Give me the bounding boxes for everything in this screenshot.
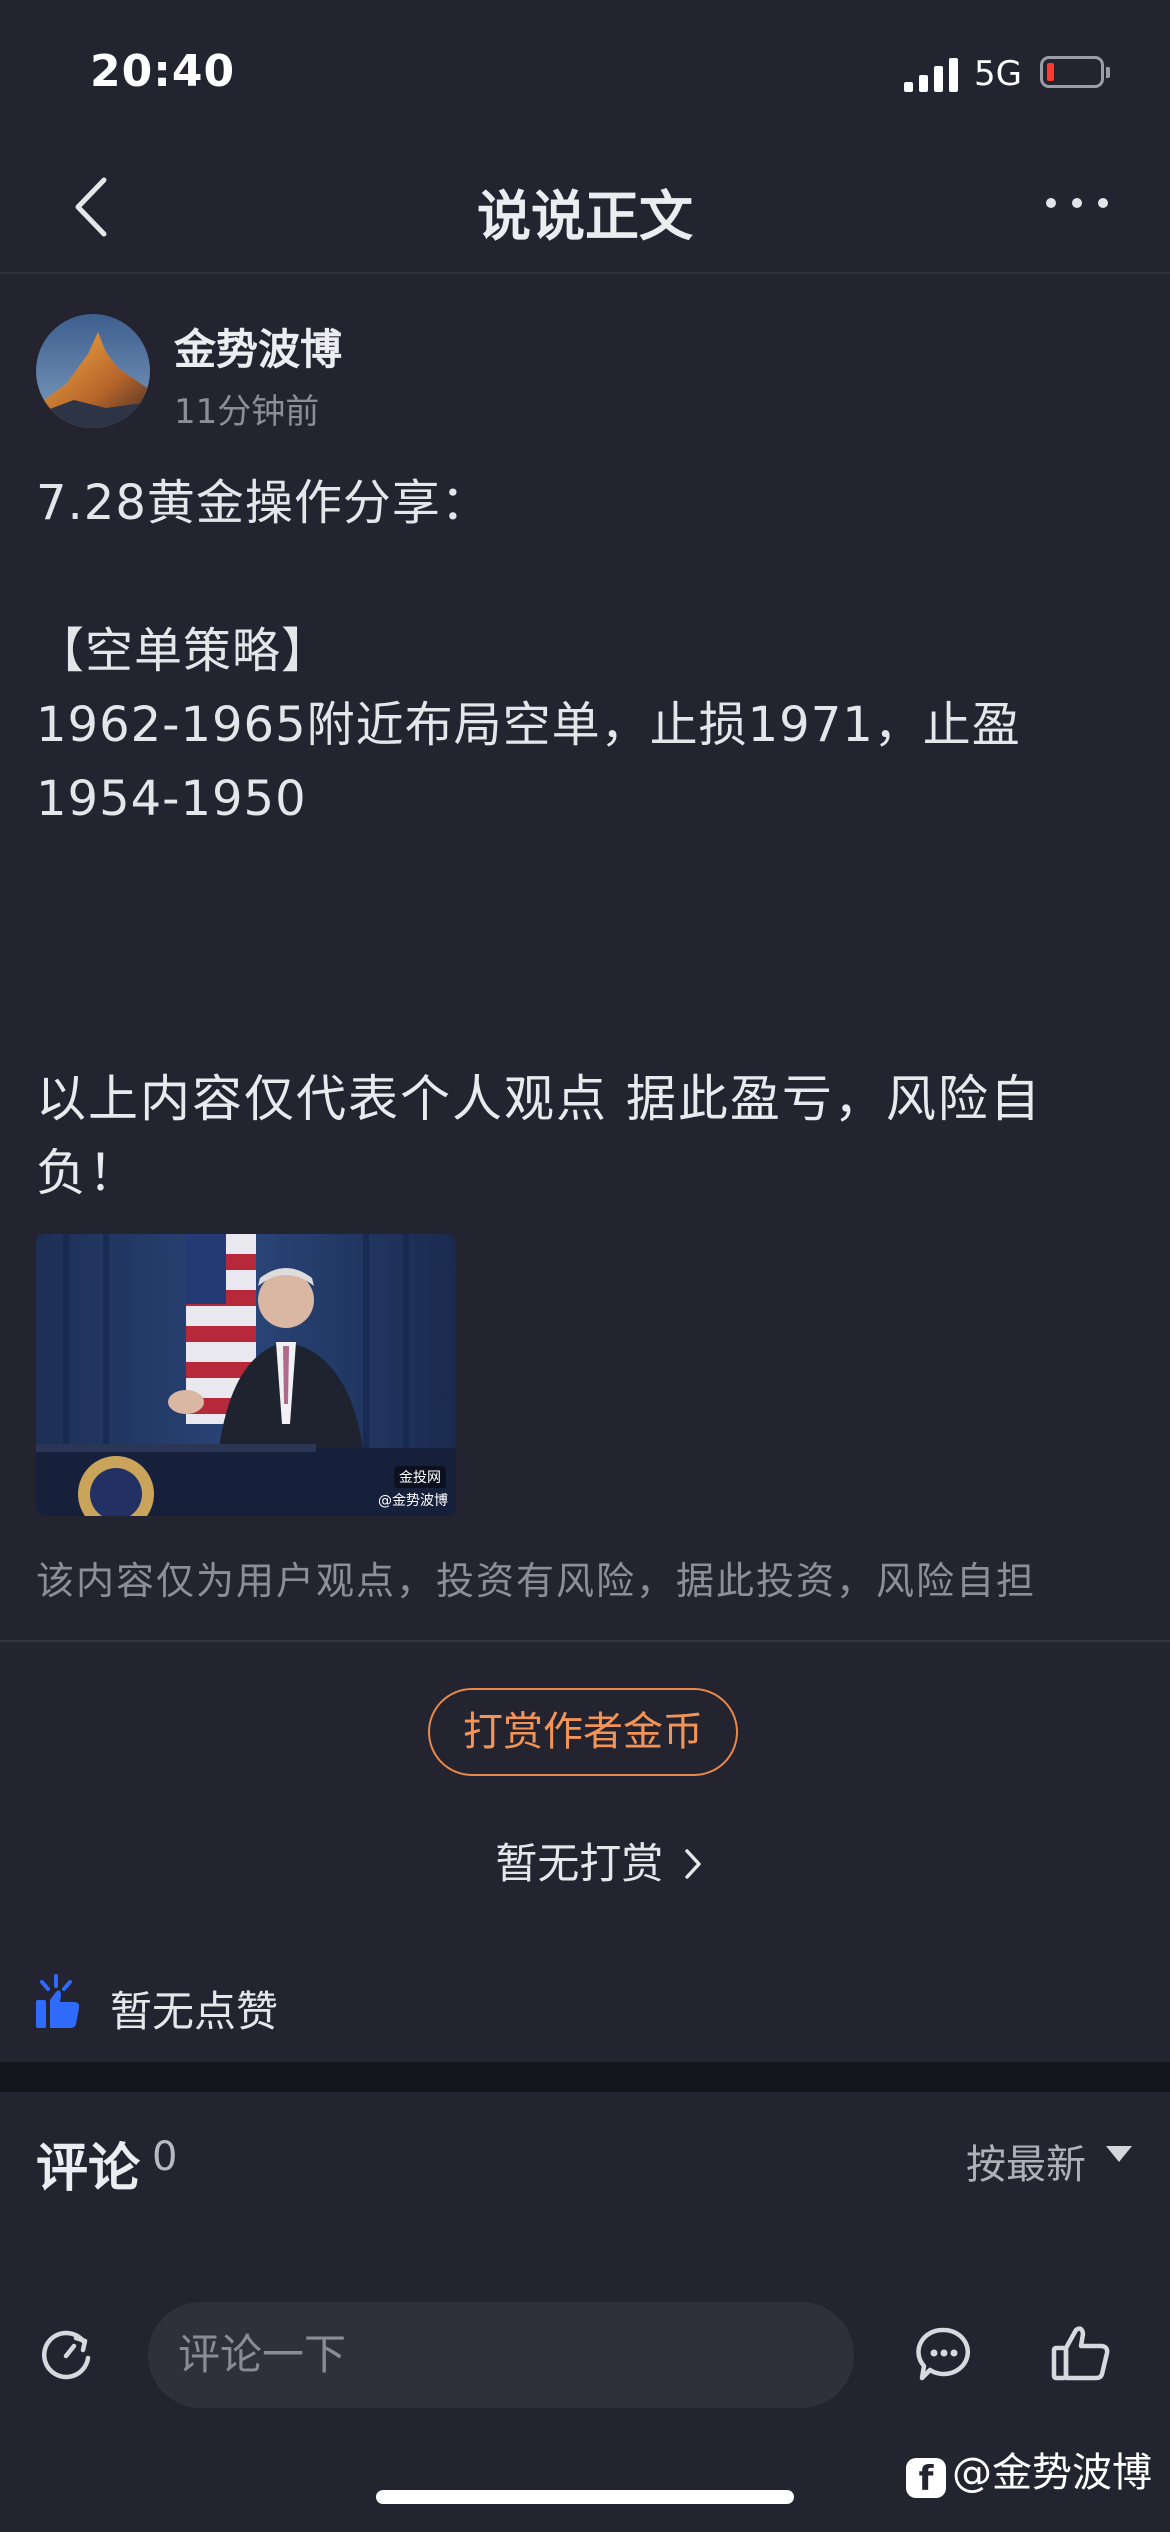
likes-status: 暂无点赞 bbox=[110, 1987, 279, 2036]
more-button[interactable] bbox=[1040, 198, 1120, 214]
image-watermark: 金投网 bbox=[394, 1466, 446, 1488]
tip-status-label: 暂无打赏 bbox=[495, 1839, 664, 1888]
comments-count: 0 bbox=[152, 2134, 178, 2180]
post-body: 7.28黄金操作分享： 【空单策略】 1962-1965附近布局空单，止损197… bbox=[36, 466, 1136, 836]
post-line: 【空单策略】 bbox=[36, 623, 331, 679]
post-time: 11分钟前 bbox=[174, 392, 320, 432]
battery-icon bbox=[1040, 56, 1110, 88]
signal-icon bbox=[904, 56, 958, 92]
section-divider bbox=[0, 1640, 1170, 1642]
post-line: 7.28黄金操作分享： bbox=[36, 475, 490, 531]
refresh-icon[interactable] bbox=[36, 2324, 96, 2384]
home-indicator[interactable] bbox=[376, 2490, 794, 2504]
image-credit: @金势波博 bbox=[378, 1493, 448, 1509]
section-separator bbox=[0, 2062, 1170, 2092]
post-line: 1962-1965附近布局空单，止损1971，止盈1954-1950 bbox=[36, 697, 1021, 827]
tip-author-button[interactable]: 打赏作者金币 bbox=[428, 1688, 738, 1776]
post-disclaimer: 以上内容仅代表个人观点 据此盈亏，风险自负！ bbox=[36, 1070, 1042, 1202]
caret-down-icon[interactable] bbox=[1106, 2146, 1132, 2162]
post-line bbox=[36, 540, 1136, 614]
watermark-text: @金势波博 bbox=[952, 2450, 1152, 2496]
chevron-right-icon bbox=[684, 1849, 701, 1879]
facebook-logo-icon: f bbox=[906, 2458, 946, 2499]
status-time: 20:40 bbox=[90, 46, 236, 97]
comment-input[interactable]: 评论一下 bbox=[148, 2302, 854, 2408]
risk-note: 该内容仅为用户观点，投资有风险，据此投资，风险自担 bbox=[36, 1559, 1037, 1603]
avatar[interactable] bbox=[36, 314, 150, 428]
nav-divider bbox=[0, 272, 1170, 274]
thumbs-up-icon[interactable] bbox=[1050, 2322, 1112, 2384]
author-name[interactable]: 金势波博 bbox=[174, 316, 342, 377]
sort-selector[interactable]: 按最新 bbox=[966, 2132, 1086, 2190]
post-image[interactable]: 金投网 @金势波博 bbox=[36, 1234, 456, 1516]
ellipsis-icon bbox=[1046, 198, 1056, 208]
page-title: 说说正文 bbox=[477, 185, 693, 248]
like-hand-icon bbox=[34, 1974, 84, 2032]
chat-bubble-icon[interactable] bbox=[914, 2324, 974, 2384]
watermark: f @金势波博 bbox=[906, 2440, 1152, 2499]
comments-title: 评论 bbox=[36, 2139, 141, 2199]
tip-status-link[interactable]: 暂无打赏 bbox=[0, 1830, 1170, 1891]
network-type: 5G bbox=[974, 54, 1022, 94]
